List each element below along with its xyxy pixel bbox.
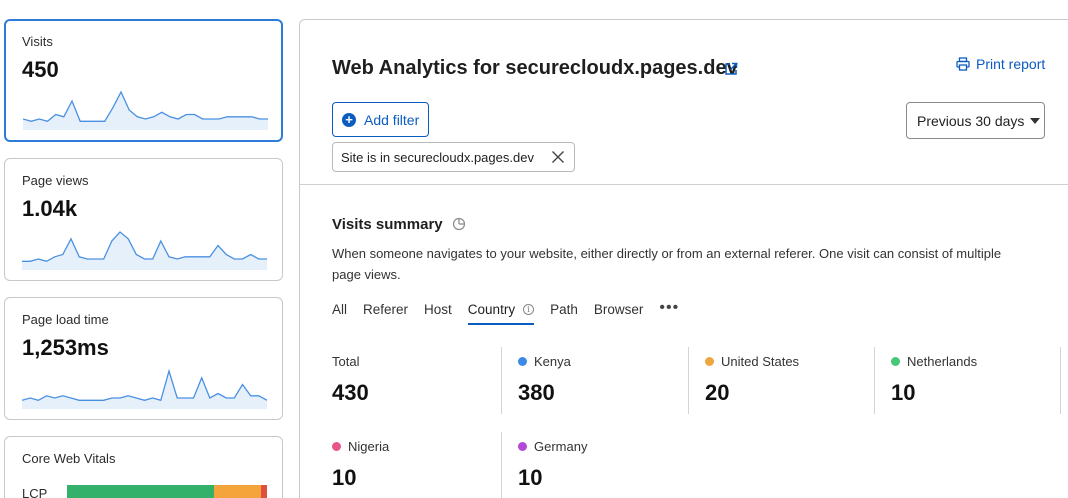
- section-divider: [300, 184, 1068, 185]
- info-icon[interactable]: i: [523, 304, 535, 315]
- stat-value: 20: [705, 380, 730, 405]
- summary-description: When someone navigates to your website, …: [332, 246, 1002, 282]
- stat-label: Netherlands: [891, 354, 977, 369]
- metric-card-page-load-time[interactable]: Page load time 1,253ms: [4, 297, 283, 420]
- stat-germany: Germany 10: [518, 439, 587, 491]
- add-filter-button[interactable]: + Add filter: [332, 102, 429, 137]
- filter-chip-label: Site is in securecloudx.pages.dev: [341, 149, 534, 165]
- tab-all[interactable]: All: [332, 302, 347, 323]
- metric-label: Page views: [22, 173, 89, 188]
- stat-label: Kenya: [518, 354, 571, 369]
- stat-label-text: Nigeria: [348, 439, 390, 454]
- print-report-label: Print report: [976, 56, 1046, 72]
- legend-dot: [518, 442, 527, 451]
- stat-label: United States: [705, 354, 799, 369]
- printer-icon: [956, 57, 970, 71]
- stat-divider: [874, 347, 875, 414]
- metric-card-page-views[interactable]: Page views 1.04k: [4, 158, 283, 281]
- tab-referer[interactable]: Referer: [363, 302, 408, 323]
- stat-label-text: Kenya: [534, 354, 571, 369]
- stat-total: Total 430: [332, 354, 369, 406]
- stat-divider: [501, 432, 502, 498]
- external-link-icon[interactable]: [724, 62, 738, 76]
- tab-path[interactable]: Path: [550, 302, 578, 323]
- pie-chart-icon[interactable]: [452, 217, 466, 231]
- legend-dot: [891, 357, 900, 366]
- stat-nigeria: Nigeria 10: [332, 439, 389, 491]
- sparkline-page-load-time: [22, 369, 267, 409]
- sparkline-area: [23, 92, 268, 130]
- date-range-value: Previous 30 days: [917, 112, 1025, 129]
- add-filter-label: Add filter: [364, 111, 420, 128]
- metric-card-visits[interactable]: Visits 450: [4, 19, 283, 142]
- page-title: Web Analytics for securecloudx.pages.dev: [332, 57, 738, 79]
- metric-label: Page load time: [22, 312, 109, 327]
- lcp-label: LCP: [22, 486, 48, 498]
- sparkline-area: [22, 371, 267, 409]
- legend-dot: [518, 357, 527, 366]
- sparkline-line: [22, 369, 267, 402]
- tab-country-label: Country: [467, 302, 516, 317]
- legend-dot: [705, 357, 714, 366]
- sparkline-visits: [23, 90, 268, 130]
- metric-label: Visits: [22, 34, 53, 49]
- chevron-down-icon: [1030, 117, 1041, 124]
- stat-label: Nigeria: [332, 439, 389, 454]
- legend-dot: [332, 442, 341, 451]
- metric-card-core-web-vitals[interactable]: Core Web Vitals LCP: [4, 436, 283, 498]
- main-panel: Web Analytics for securecloudx.pages.dev…: [299, 19, 1068, 498]
- stat-label-text: Netherlands: [907, 354, 978, 369]
- stat-divider: [688, 347, 689, 414]
- stat-value: 10: [332, 465, 357, 490]
- stat-label: Total: [332, 354, 369, 369]
- metric-value: 1,253ms: [22, 335, 109, 360]
- sparkline-page-views: [22, 231, 267, 270]
- lcp-needs-improvement-segment: [214, 485, 261, 498]
- plus-circle-icon: +: [342, 112, 356, 127]
- stat-netherlands: Netherlands 10: [891, 354, 977, 406]
- close-icon[interactable]: [551, 150, 565, 164]
- metric-label: Core Web Vitals: [22, 451, 116, 466]
- tab-host[interactable]: Host: [424, 302, 452, 323]
- dimension-tabs: All Referer Host Country i Path Browser …: [332, 299, 679, 325]
- tab-country[interactable]: Country i: [467, 302, 535, 325]
- stat-divider: [501, 347, 502, 414]
- stat-label-text: Germany: [534, 439, 588, 454]
- stat-label-text: Total: [332, 354, 360, 369]
- stat-value: 10: [518, 465, 543, 490]
- stat-kenya: Kenya 380: [518, 354, 571, 406]
- stat-value: 430: [332, 380, 369, 405]
- date-range-select[interactable]: Previous 30 days: [906, 102, 1045, 139]
- print-report-button[interactable]: Print report: [956, 56, 1045, 72]
- tab-browser[interactable]: Browser: [594, 302, 644, 323]
- lcp-distribution-bar: [67, 485, 267, 498]
- stat-united-states: United States 20: [705, 354, 799, 406]
- stat-value: 380: [518, 380, 555, 405]
- lcp-good-segment: [67, 485, 214, 498]
- stat-label: Germany: [518, 439, 587, 454]
- filter-chip: Site is in securecloudx.pages.dev: [332, 142, 575, 172]
- stat-divider: [1060, 347, 1061, 414]
- stat-value: 10: [891, 380, 916, 405]
- sparkline-area: [22, 232, 267, 270]
- more-icon[interactable]: •••: [659, 299, 679, 317]
- metric-value: 450: [22, 57, 59, 82]
- stat-label-text: United States: [721, 354, 800, 369]
- lcp-poor-segment: [261, 485, 267, 498]
- metric-value: 1.04k: [22, 196, 78, 221]
- summary-title: Visits summary: [332, 216, 443, 233]
